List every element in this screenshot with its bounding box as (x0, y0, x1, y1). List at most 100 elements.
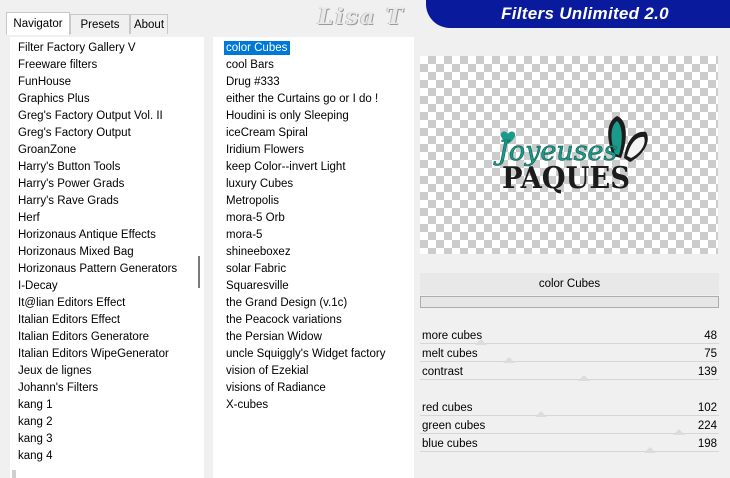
category-item[interactable]: Herf (18, 210, 204, 227)
filter-item-label: Metropolis (226, 195, 280, 207)
filter-item[interactable]: either the Curtains go or I do ! (223, 91, 414, 108)
filter-item[interactable]: iceCream Spiral (223, 125, 414, 142)
category-item[interactable]: It@lian Editors Effect (18, 295, 204, 312)
filter-item[interactable]: luxury Cubes (223, 176, 414, 193)
category-item[interactable]: Italian Editors Generatore (18, 329, 204, 346)
filter-item-label: visions of Radiance (226, 382, 326, 394)
filter-item[interactable]: Squaresville (223, 278, 414, 295)
filter-item-label: uncle Squiggly's Widget factory (226, 348, 386, 360)
filter-item[interactable]: vision of Ezekial (223, 363, 414, 380)
app-title: Filters Unlimited 2.0 (501, 4, 669, 23)
param-value: 75 (704, 348, 717, 360)
filter-item[interactable]: the Peacock variations (223, 312, 414, 329)
param-label: red cubes (422, 402, 473, 414)
filter-item[interactable]: the Persian Widow (223, 329, 414, 346)
category-item[interactable]: Harry's Button Tools (18, 159, 204, 176)
category-item[interactable]: kang 4 (18, 448, 204, 465)
slider-track[interactable] (420, 379, 719, 382)
filter-item[interactable]: keep Color--invert Light (223, 159, 414, 176)
tab-navigator[interactable]: Navigator (6, 12, 70, 35)
category-item[interactable]: FunHouse (18, 74, 204, 91)
filter-item-label: Squaresville (226, 280, 289, 292)
param-value: 224 (697, 420, 717, 432)
category-item[interactable]: Freeware filters (18, 57, 204, 74)
category-item[interactable]: Johann's Filters (18, 380, 204, 397)
category-item[interactable]: Italian Editors Effect (18, 312, 204, 329)
filter-item-label: the Grand Design (v.1c) (226, 297, 348, 309)
preview-artwork: Joyeuses PAQUES (493, 116, 648, 196)
tab-presets[interactable]: Presets (70, 14, 130, 34)
param-blue-cubes[interactable]: blue cubes 198 (420, 436, 719, 454)
category-item[interactable]: Harry's Rave Grads (18, 193, 204, 210)
category-item[interactable]: Greg's Factory Output (18, 125, 204, 142)
slider-thumb[interactable] (577, 375, 590, 381)
filter-list[interactable]: color Cubes cool Bars Drug #333 either the … (213, 37, 414, 414)
category-item[interactable]: Horizonaus Antique Effects (18, 227, 204, 244)
filter-item[interactable]: color Cubes (223, 40, 414, 57)
param-melt-cubes[interactable]: melt cubes 75 (420, 346, 719, 364)
filter-item-label: either the Curtains go or I do ! (226, 93, 379, 105)
filter-item[interactable]: mora-5 (223, 227, 414, 244)
filter-list-panel[interactable]: color Cubes cool Bars Drug #333 either the … (213, 37, 414, 478)
slider-thumb[interactable] (474, 339, 487, 345)
category-item[interactable]: Harry's Power Grads (18, 176, 204, 193)
tab-about[interactable]: About (130, 14, 168, 34)
category-item[interactable]: Horizonaus Pattern Generators (18, 261, 204, 278)
filter-item[interactable]: Metropolis (223, 193, 414, 210)
category-item[interactable]: Jeux de lignes (18, 363, 204, 380)
filter-item[interactable]: visions of Radiance (223, 380, 414, 397)
filter-item[interactable]: uncle Squiggly's Widget factory (223, 346, 414, 363)
slider-thumb[interactable] (643, 447, 656, 453)
filter-item-label: keep Color--invert Light (226, 161, 346, 173)
category-item[interactable]: I-Decay (18, 278, 204, 295)
filter-item[interactable]: Iridium Flowers (223, 142, 414, 159)
horizontal-scroll-thumb[interactable] (12, 470, 16, 478)
category-item[interactable]: Filter Factory Gallery V (18, 40, 204, 57)
category-item[interactable]: kang 2 (18, 414, 204, 431)
filter-item-label: solar Fabric (226, 263, 287, 275)
filter-item-label: iceCream Spiral (226, 127, 308, 139)
category-item[interactable]: kang 1 (18, 397, 204, 414)
category-item[interactable]: Italian Editors WipeGenerator (18, 346, 204, 363)
filter-item-label: cool Bars (226, 59, 274, 71)
category-item[interactable]: Graphics Plus (18, 91, 204, 108)
param-label: more cubes (422, 330, 483, 342)
filter-item[interactable]: Houdini is only Sleeping (223, 108, 414, 125)
param-label: contrast (422, 366, 463, 378)
param-label: green cubes (422, 420, 486, 432)
param-contrast[interactable]: contrast 139 (420, 364, 719, 382)
param-value: 198 (697, 438, 717, 450)
param-red-cubes[interactable]: red cubes 102 (420, 400, 719, 418)
param-green-cubes[interactable]: green cubes 224 (420, 418, 719, 436)
filter-item[interactable]: solar Fabric (223, 261, 414, 278)
filter-item[interactable]: X-cubes (223, 397, 414, 414)
param-more-cubes[interactable]: more cubes 48 (420, 328, 719, 346)
category-item[interactable]: kang 3 (18, 431, 204, 448)
param-label: melt cubes (422, 348, 478, 360)
watermark: Lisa T (318, 4, 405, 30)
filter-item-label: the Peacock variations (226, 314, 342, 326)
category-item[interactable]: Horizonaus Mixed Bag (18, 244, 204, 261)
slider-thumb[interactable] (534, 411, 547, 417)
category-item[interactable]: Greg's Factory Output Vol. II (18, 108, 204, 125)
category-scroll-thumb[interactable] (198, 256, 200, 288)
filter-item[interactable]: Drug #333 (223, 74, 414, 91)
slider-thumb[interactable] (672, 429, 685, 435)
filter-item-label: Drug #333 (226, 76, 280, 88)
selected-filter-name: color Cubes (420, 273, 719, 295)
progress-bar (420, 296, 719, 308)
category-list[interactable]: Filter Factory Gallery V Freeware filters… (10, 37, 204, 465)
category-list-panel[interactable]: Filter Factory Gallery V Freeware filters… (10, 37, 204, 478)
filter-item-label: luxury Cubes (226, 178, 294, 190)
app-banner: Filters Unlimited 2.0 (426, 0, 730, 28)
filter-item[interactable]: the Grand Design (v.1c) (223, 295, 414, 312)
filter-item[interactable]: shineeboxez (223, 244, 414, 261)
filter-item[interactable]: mora-5 Orb (223, 210, 414, 227)
slider-track[interactable] (420, 451, 719, 454)
param-value: 102 (697, 402, 717, 414)
category-item[interactable]: GroanZone (18, 142, 204, 159)
filter-item[interactable]: cool Bars (223, 57, 414, 74)
filter-item-label: mora-5 (226, 229, 263, 241)
param-label: blue cubes (422, 438, 478, 450)
slider-thumb[interactable] (503, 357, 516, 363)
